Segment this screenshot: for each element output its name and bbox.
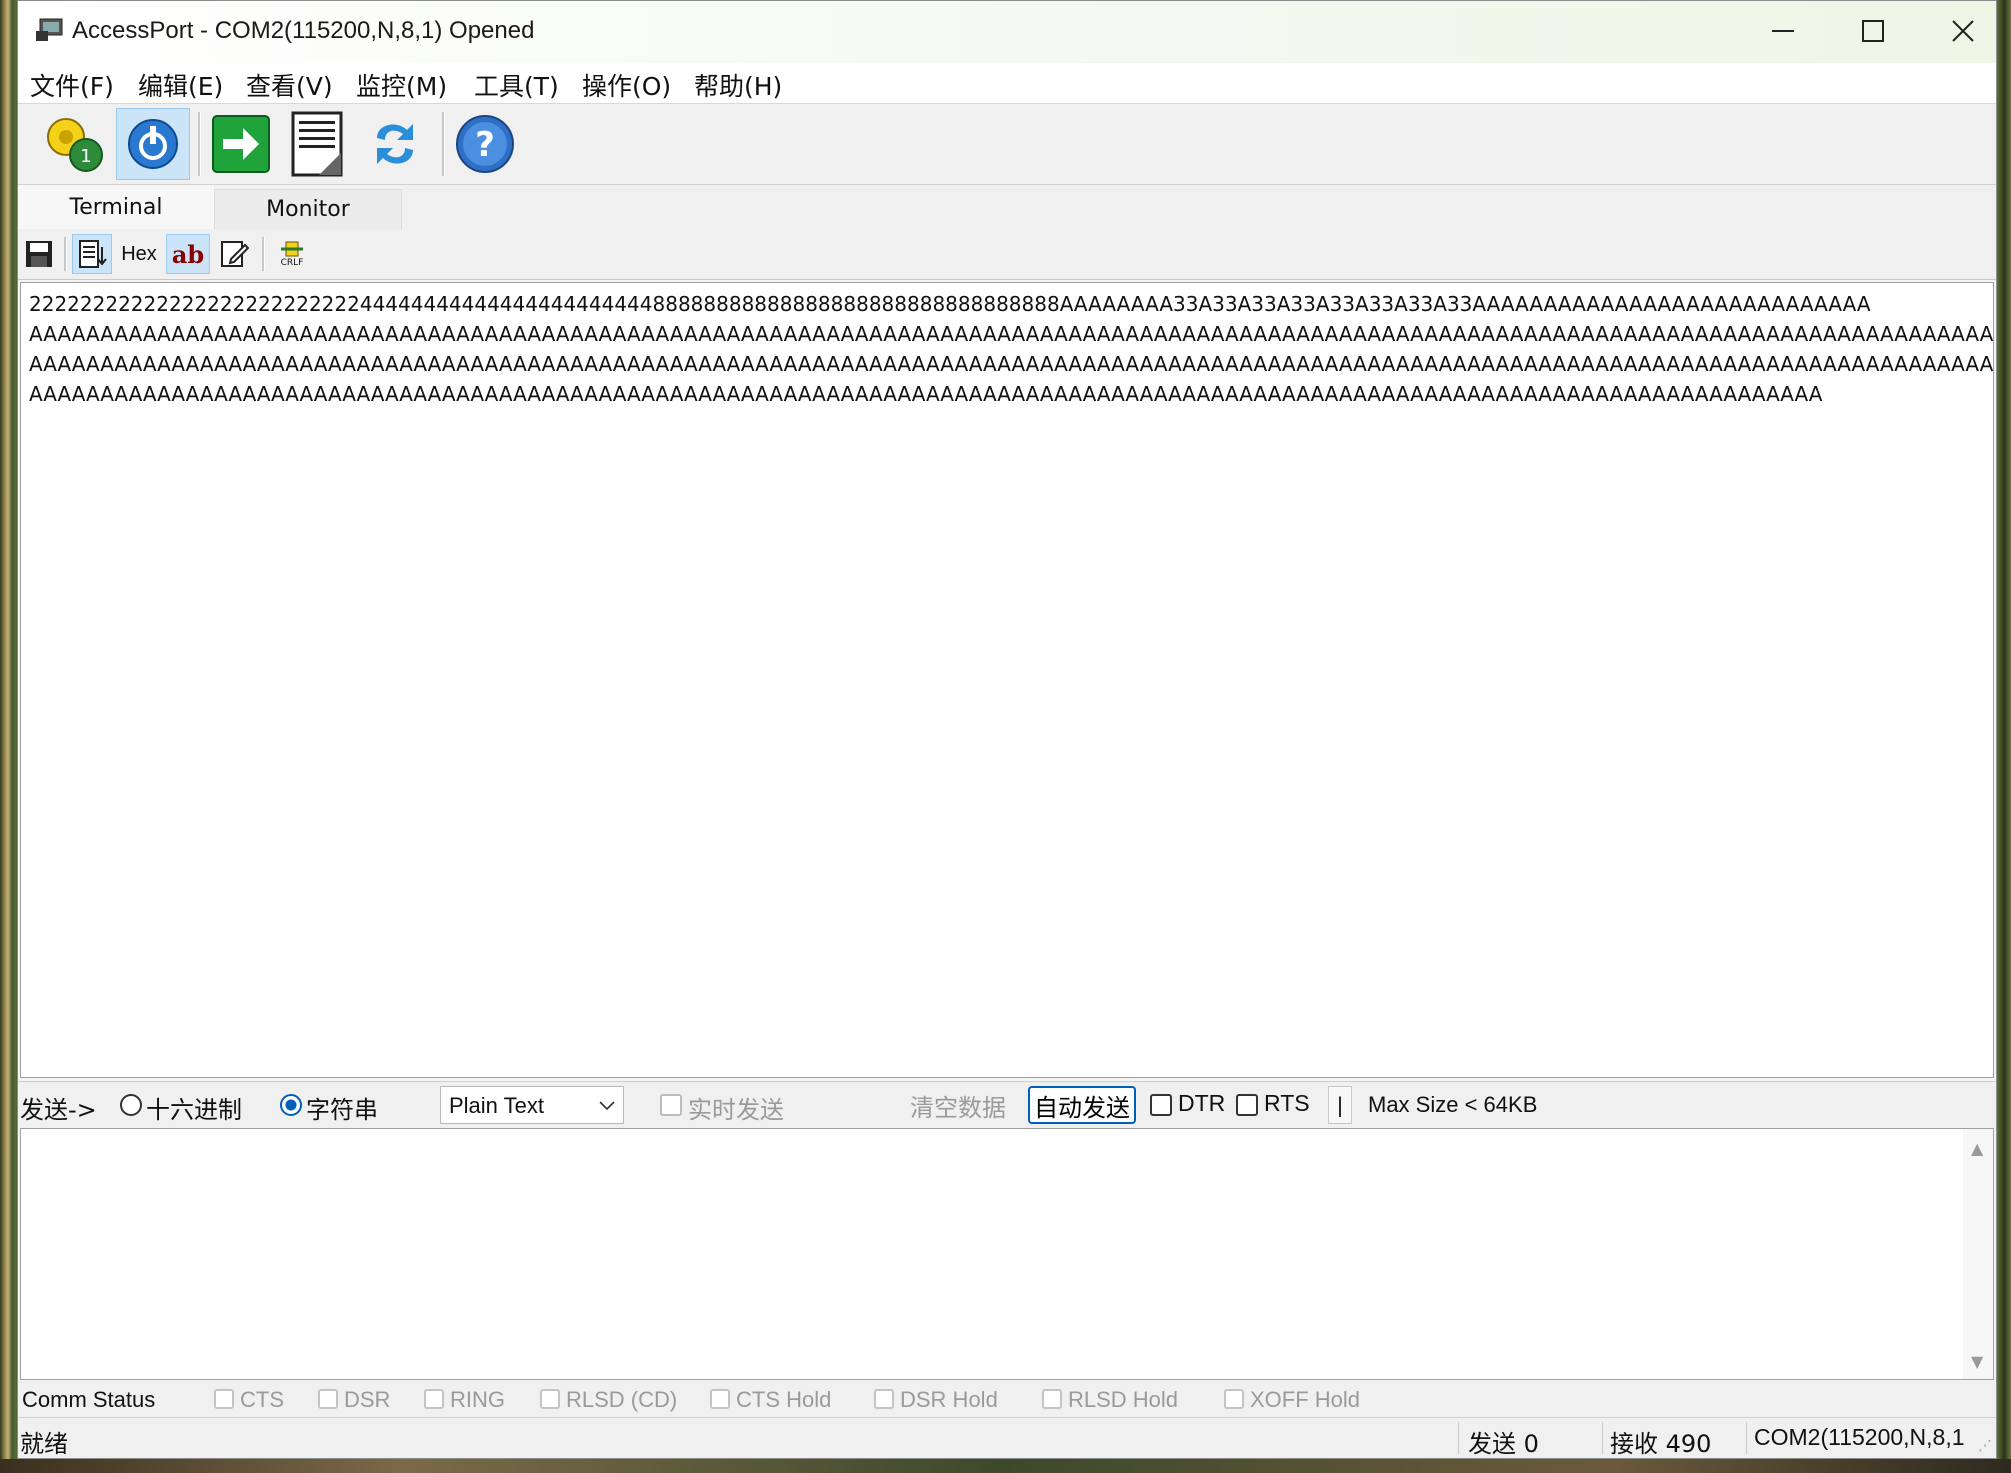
ready-status: 就绪 [20, 1430, 68, 1458]
cts-label: CTS [240, 1387, 284, 1412]
rts-checkbox[interactable] [1236, 1094, 1258, 1116]
terminal-line: AAAAAAAAAAAAAAAAAAAAAAAAAAAAAAAAAAAAAAAA… [29, 382, 1823, 406]
menu-edit[interactable]: 编辑(E) [138, 67, 223, 103]
close-icon[interactable] [1918, 1, 2008, 61]
dsr-label: DSR [344, 1387, 391, 1412]
send-label: 发送-> [20, 1096, 97, 1124]
status-separator [1458, 1422, 1459, 1454]
max-size-label: Max Size < 64KB [1368, 1092, 1538, 1117]
minimize-icon[interactable] [1738, 1, 1828, 61]
port-status: COM2(115200,N,8,1 [1754, 1424, 1965, 1450]
main-toolbar: 1 ? [18, 104, 1996, 185]
cts-hold-checkbox [710, 1389, 730, 1409]
crlf-icon [281, 241, 303, 256]
terminal-output[interactable]: 2222222222222222222222222244444444444444… [20, 282, 1994, 1078]
rlsd-label: RLSD (CD) [566, 1387, 678, 1412]
dsr-checkbox [318, 1389, 338, 1409]
radio-hex-label[interactable]: 十六进制 [146, 1090, 242, 1125]
power-icon[interactable] [116, 108, 190, 180]
toolbar-separator [64, 237, 67, 271]
radio-string-label[interactable]: 字符串 [306, 1090, 378, 1125]
ring-checkbox [424, 1389, 444, 1409]
radio-string[interactable] [280, 1094, 302, 1116]
status-separator [1602, 1422, 1603, 1454]
send-bar: 发送-> 十六进制 字符串 Plain Text 实时发送 清空数据 自动发送 … [18, 1081, 1996, 1128]
comm-status-bar: Comm Status CTS DSR RING RLSD (CD) CTS H… [18, 1381, 1996, 1418]
realtime-send-label: 实时发送 [688, 1096, 784, 1124]
hex-toggle-button[interactable]: Hex [116, 234, 162, 274]
cts-checkbox [214, 1389, 234, 1409]
comm-status-label: Comm Status [22, 1387, 156, 1412]
svg-text:?: ? [475, 125, 495, 165]
refresh-swap-icon[interactable] [358, 108, 432, 180]
app-port-icon [36, 18, 63, 41]
rlsd-hold-checkbox [1042, 1389, 1062, 1409]
input-scrollbar[interactable]: ▲ ▼ [1963, 1129, 1993, 1379]
app-window: AccessPort - COM2(115200,N,8,1) Opened 文… [17, 0, 1997, 1459]
svg-text:1: 1 [80, 146, 91, 167]
tab-terminal[interactable]: Terminal [18, 185, 214, 229]
sent-count: 发送 0 [1468, 1430, 1539, 1458]
toolbar-separator [442, 112, 445, 176]
dtr-checkbox[interactable] [1150, 1094, 1172, 1116]
scroll-down-icon[interactable]: ▼ [1971, 1352, 1983, 1371]
rlsd-hold-label: RLSD Hold [1068, 1387, 1179, 1412]
radio-hex[interactable] [120, 1094, 142, 1116]
auto-send-button[interactable]: 自动发送 [1028, 1086, 1136, 1124]
terminal-line: AAAAAAAAAAAAAAAAAAAAAAAAAAAAAAAAAAAAAAAA… [29, 352, 1994, 376]
toolbar-separator [262, 237, 265, 271]
menu-operate[interactable]: 操作(O) [582, 67, 671, 103]
maximize-icon[interactable] [1828, 1, 1918, 61]
help-icon[interactable]: ? [448, 108, 522, 180]
xoff-hold-checkbox [1224, 1389, 1244, 1409]
crlf-button[interactable]: CRLF [270, 234, 314, 274]
autoscroll-icon[interactable] [72, 234, 112, 274]
clear-data-button[interactable]: 清空数据 [906, 1086, 1010, 1124]
rts-label: RTS [1264, 1090, 1310, 1116]
settings-gear-icon[interactable]: 1 [38, 108, 112, 180]
format-select-value: Plain Text [449, 1093, 544, 1118]
dsr-hold-checkbox [874, 1389, 894, 1409]
xoff-hold-label: XOFF Hold [1250, 1387, 1361, 1412]
view-tabs: Terminal Monitor [18, 185, 1996, 229]
received-count: 接收 490 [1610, 1430, 1712, 1458]
resize-grip-icon[interactable]: ⋰ [1978, 1438, 1992, 1454]
scroll-up-icon[interactable]: ▲ [1971, 1139, 1983, 1158]
cts-hold-label: CTS Hold [736, 1387, 832, 1412]
save-icon[interactable] [20, 234, 58, 274]
toolbar-separator [198, 112, 201, 176]
send-arrow-icon[interactable] [204, 108, 278, 180]
chevron-down-icon [599, 1095, 615, 1116]
dtr-label: DTR [1178, 1090, 1226, 1116]
desktop-background-bottom [0, 1459, 2011, 1473]
menu-monitor[interactable]: 监控(M) [356, 67, 447, 103]
menu-bar: 文件(F) 编辑(E) 查看(V) 监控(M) 工具(T) 操作(O) 帮助(H… [18, 63, 1996, 104]
dsr-hold-label: DSR Hold [900, 1387, 998, 1412]
edit-icon[interactable] [214, 234, 254, 274]
format-select[interactable]: Plain Text [440, 1086, 624, 1124]
document-icon[interactable] [280, 108, 354, 180]
menu-file[interactable]: 文件(F) [30, 67, 114, 103]
terminal-line: AAAAAAAAAAAAAAAAAAAAAAAAAAAAAAAAAAAAAAAA… [29, 322, 1994, 346]
realtime-send-checkbox[interactable] [660, 1094, 682, 1116]
title-bar[interactable]: AccessPort - COM2(115200,N,8,1) Opened [18, 1, 1996, 63]
tab-monitor[interactable]: Monitor [214, 189, 402, 229]
send-input[interactable]: ▲ ▼ [20, 1128, 1994, 1380]
menu-help[interactable]: 帮助(H) [694, 67, 782, 103]
menu-view[interactable]: 查看(V) [246, 67, 333, 103]
status-separator [1746, 1422, 1747, 1454]
rlsd-checkbox [540, 1389, 560, 1409]
ring-label: RING [450, 1387, 505, 1412]
terminal-toolbar: Hex ab CRLF [18, 229, 1996, 280]
crlf-label: CRLF [280, 257, 304, 268]
menu-tools[interactable]: 工具(T) [474, 67, 559, 103]
status-bar: 就绪 发送 0 接收 490 COM2(115200,N,8,1 ⋰ [18, 1418, 1996, 1458]
terminal-line: 2222222222222222222222222244444444444444… [29, 292, 1871, 316]
text-mode-button[interactable]: ab [166, 234, 210, 274]
window-title: AccessPort - COM2(115200,N,8,1) Opened [72, 17, 535, 44]
narrow-button[interactable]: | [1328, 1086, 1352, 1124]
